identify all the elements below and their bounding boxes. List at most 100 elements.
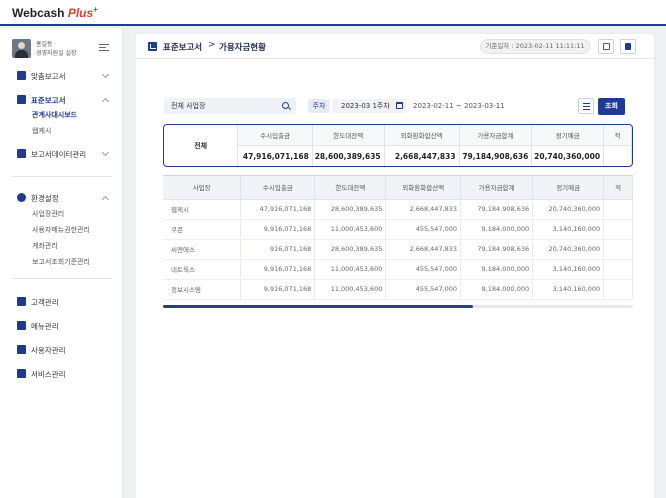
service-icon [17,369,26,378]
cell-value: 11,000,453,600 [314,219,387,240]
cell-value: 455,547,000 [385,219,462,240]
user-profile: 홍길동 경영지원실 실장 [12,38,117,60]
main-card: 표준보고서 > 가용자금현황 기준일자 : 2023-02-11 11:11:1… [136,34,654,498]
sidebar-item-menu[interactable]: 메뉴관리 [0,318,123,334]
cell-business: 씨엔에스 [163,239,242,260]
top-bar: Webcash Plus+ [0,0,666,26]
breadcrumb-standard-report[interactable]: 표준보고서 [163,41,202,53]
search-icon[interactable] [282,102,289,109]
list-view-button[interactable] [578,98,594,114]
page-title: 가용자금현황 [219,43,266,53]
cell-value [603,219,633,240]
cell-value: 3,140,160,000 [532,259,605,280]
sidebar-item-custom-report[interactable]: 맞춤보고서 [0,68,123,84]
chevron-down-icon [101,148,110,157]
sidebar-item-user[interactable]: 사용자관리 [0,342,123,358]
cell-value: 3,140,160,000 [532,279,605,300]
cell-value: 28,600,389,635 [314,199,387,220]
sidebar-subitem-affiliate-dashboard[interactable]: 관계사대시보드 [32,110,77,120]
summary-header-row: 전체 수시입출금 한도대잔액 외화환화합산액 가용자금합계 정기예금 적 [164,125,632,166]
sidebar-subitem-report-criteria[interactable]: 보고서조회기준관리 [32,257,90,267]
summary-value: 28,600,389,635 [312,145,385,166]
cell-business: 쿠콘 [163,219,242,240]
detail-col-header[interactable]: 가용자금합계 [460,176,534,200]
cell-value: 11,000,453,600 [314,259,387,280]
cell-value: 9,184,000,000 [460,259,534,280]
sidebar-item-settings[interactable]: 환경설정 [0,190,123,206]
user-role: 경영지원실 실장 [36,50,77,57]
table-row[interactable]: 네트웍스 9,916,071,168 11,000,453,600 455,54… [163,259,633,280]
sidebar-item-label: 메뉴관리 [31,322,59,331]
cell-value: 2,668,447,833 [385,239,462,260]
detail-col-header[interactable]: 한도대잔액 [314,176,387,200]
excel-download-button[interactable] [620,39,636,54]
cell-value: 9,916,071,168 [240,279,316,300]
sidebar-item-label: 환경설정 [31,194,59,203]
cell-value: 2,668,447,833 [385,199,462,220]
detail-col-header[interactable]: 수시입출금 [240,176,316,200]
detail-col-header[interactable]: 적 [603,176,633,200]
logo[interactable]: Webcash Plus+ [12,5,98,20]
sidebar-item-customer[interactable]: 고객관리 [0,294,123,310]
cell-value: 9,916,071,168 [240,219,316,240]
cell-value: 9,184,000,000 [460,279,534,300]
menu-collapse-icon[interactable] [99,44,109,53]
table-row[interactable]: 웹케시 47,916,071,168 28,600,389,635 2,668,… [163,199,633,220]
horizontal-scrollbar[interactable] [163,305,633,308]
query-button[interactable]: 조회 [598,98,625,115]
cell-value: 9,916,071,168 [240,259,316,280]
list-icon [583,103,590,104]
calendar-icon[interactable] [396,102,403,109]
chevron-down-icon [101,70,110,79]
sidebar-item-standard-report[interactable]: 표준보고서 [0,92,123,108]
sidebar-item-label: 보고서데이터관리 [31,150,87,159]
business-search [164,98,296,114]
print-button[interactable] [598,39,614,54]
cell-value: 20,740,360,000 [532,239,605,260]
sidebar-item-label: 맞춤보고서 [31,72,66,81]
cell-value: 20,740,360,000 [532,199,605,220]
cell-value [603,279,633,300]
logo-sup: + [93,5,98,14]
scrollbar-thumb[interactable] [163,305,474,308]
base-date-badge: 기준일자 : 2023-02-11 11:11:11 [480,39,590,54]
avatar [12,39,31,58]
gear-icon [17,193,26,202]
summary-value: 47,916,071,168 [237,145,313,166]
sidebar-subitem-webcash[interactable]: 웹케시 [32,126,51,136]
cell-business: 네트웍스 [163,259,242,280]
table-row[interactable]: 정보시스템 9,916,071,168 11,000,453,600 455,5… [163,279,633,300]
bar-chart-icon [17,95,26,104]
cell-value: 47,916,071,168 [240,199,316,220]
summary-value: 79,184,908,636 [459,145,533,166]
business-search-input[interactable] [164,98,279,114]
summary-col-header: 적 [603,125,632,146]
cell-business: 정보시스템 [163,279,242,300]
sidebar-subitem-menu-permission[interactable]: 사용자메뉴권한관리 [32,225,90,235]
chevron-up-icon [101,195,110,204]
detail-col-header[interactable]: 정기예금 [532,176,605,200]
date-range: 2023-02-11 ~ 2023-03-11 [413,102,505,110]
sidebar-item-report-data[interactable]: 보고서데이터관리 [0,146,123,162]
cell-value: 28,600,389,635 [314,239,387,260]
sidebar-subitem-account-mgmt[interactable]: 계좌관리 [32,241,58,251]
week-value: 2023-03 1주차 [341,102,390,110]
summary-col-header: 가용자금합계 [459,125,533,146]
cell-business: 웹케시 [163,199,242,220]
customer-icon [17,297,26,306]
sidebar-subitem-site-mgmt[interactable]: 사업장관리 [32,209,64,219]
sidebar-item-service[interactable]: 서비스관리 [0,366,123,382]
menu-icon [17,321,26,330]
page-header: 표준보고서 > 가용자금현황 기준일자 : 2023-02-11 11:11:1… [136,34,654,59]
summary-value: 2,668,447,833 [384,145,460,166]
detail-header-row: 사업장 수시입출금 한도대잔액 외화환화합산액 가용자금합계 정기예금 적 [163,176,633,200]
detail-col-header[interactable]: 외화환화합산액 [385,176,462,200]
detail-col-header[interactable]: 사업장 [163,176,242,200]
divider [12,278,112,279]
week-select[interactable]: 2023-03 1주차 [332,99,406,113]
table-row[interactable]: 씨엔에스 916,071,168 28,600,389,635 2,668,44… [163,239,633,260]
cell-value: 455,547,000 [385,259,462,280]
cell-value: 79,184,908,636 [460,239,534,260]
sidebar-item-label: 서비스관리 [31,370,66,379]
table-row[interactable]: 쿠콘 9,916,071,168 11,000,453,600 455,547,… [163,219,633,240]
